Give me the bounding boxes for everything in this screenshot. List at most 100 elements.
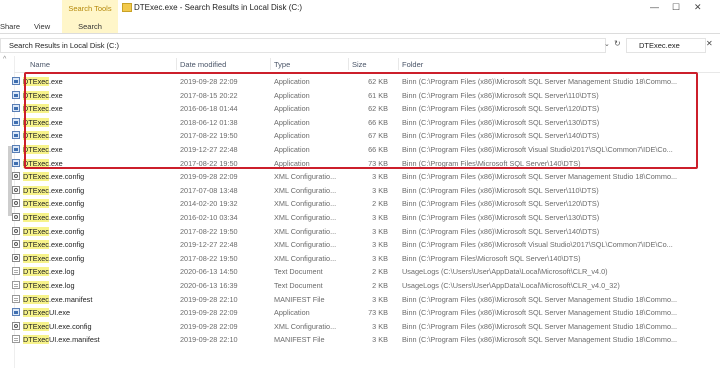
file-row[interactable]: DTExec.exe.config 2016-02-10 03:34 XML Con… xyxy=(12,210,698,224)
file-name-rest: UI.exe.manifest xyxy=(48,335,100,345)
file-type: MANIFEST File xyxy=(274,294,325,304)
file-name[interactable]: DTExecUI.exe.manifest xyxy=(12,335,152,345)
file-row[interactable]: DTExecUI.exe.config 2019-09-28 22:09 XML C… xyxy=(12,319,698,333)
file-size: 2 KB xyxy=(372,267,388,277)
file-row[interactable]: DTExec.exe.log 2020-06-13 14:50 Text Docum… xyxy=(12,264,698,278)
file-name-match: DTExec xyxy=(23,294,49,304)
file-folder: Binn (C:\Program Files (x86)\Microsoft S… xyxy=(402,335,678,345)
column-name[interactable]: Name xyxy=(30,60,50,69)
file-folder: Binn (C:\Program Files (x86)\Microsoft S… xyxy=(402,294,678,304)
file-date: 2016-02-10 03:34 xyxy=(180,213,238,222)
file-name[interactable]: DTExec.exe.log xyxy=(12,267,152,277)
application-icon xyxy=(12,117,20,126)
application-icon xyxy=(12,77,20,85)
title-bar: Search Tools Share View Search DTExec.ex… xyxy=(0,0,720,34)
file-date: 2019-09-28 22:09 xyxy=(180,321,238,331)
column-divider[interactable] xyxy=(176,58,177,70)
file-name-match: DTExec xyxy=(23,226,49,236)
clear-search-icon[interactable]: ✕ xyxy=(706,39,713,48)
document-icon xyxy=(12,281,20,289)
close-button[interactable]: ✕ xyxy=(694,2,702,13)
search-input[interactable]: DTExec.exe xyxy=(626,38,706,53)
application-icon xyxy=(12,104,20,113)
file-size: 3 KB xyxy=(372,294,388,304)
collapse-chevron-icon[interactable]: ^ xyxy=(3,56,6,63)
file-name-match: DTExec xyxy=(23,213,49,222)
column-folder[interactable]: Folder xyxy=(402,60,423,69)
address-bar[interactable]: Search Results in Local Disk (C:) xyxy=(0,38,606,53)
file-type: XML Configuratio... xyxy=(274,185,337,195)
file-folder: Binn (C:\Program Files (x86)\Microsoft S… xyxy=(402,308,678,318)
refresh-icon[interactable]: ↻ xyxy=(614,39,621,48)
column-date-modified[interactable]: Date modified xyxy=(180,60,226,69)
file-row[interactable]: DTExec.exe.manifest 2019-09-28 22:10 MANIF… xyxy=(12,292,698,306)
file-name-match: DTExec xyxy=(23,253,49,263)
column-type[interactable]: Type xyxy=(274,60,290,69)
file-name[interactable]: DTExec.exe.manifest xyxy=(12,294,152,304)
tab-view[interactable]: View xyxy=(34,22,50,31)
file-folder: Binn (C:\Program Files (x86)\Microsoft S… xyxy=(402,226,600,236)
tab-search[interactable]: Search xyxy=(62,22,118,31)
config-file-icon xyxy=(12,226,20,235)
column-divider[interactable] xyxy=(398,58,399,70)
file-name[interactable]: DTExec.exe.config xyxy=(12,213,152,222)
file-row[interactable]: DTExec.exe.config 2017-07-08 13:48 XML Con… xyxy=(12,183,698,197)
minimize-button[interactable]: — xyxy=(650,2,659,12)
file-row[interactable]: DTExec.exe.config 2017-08-22 19:50 XML Con… xyxy=(12,224,698,238)
file-row[interactable]: DTExec.exe.config 2017-08-22 19:50 XML Con… xyxy=(12,251,698,265)
tab-share[interactable]: Share xyxy=(0,22,20,31)
file-name[interactable]: DTExec.exe.config xyxy=(12,172,152,182)
file-date: 2020-06-13 14:50 xyxy=(180,267,238,277)
file-row[interactable]: DTExecUI.exe 2019-09-28 22:09 Application 7… xyxy=(12,305,698,319)
file-name[interactable]: DTExecUI.exe xyxy=(12,308,152,318)
highlight-box xyxy=(24,72,698,169)
file-date: 2014-02-20 19:32 xyxy=(180,199,238,209)
application-icon xyxy=(12,158,20,167)
file-row[interactable]: DTExec.exe.config 2019-09-28 22:09 XML Con… xyxy=(12,169,698,183)
file-type: Application xyxy=(274,308,310,318)
file-name[interactable]: DTExecUI.exe.config xyxy=(12,321,152,331)
file-size: 3 KB xyxy=(372,213,388,222)
file-type: Text Document xyxy=(274,281,323,290)
file-name-rest: .exe.config xyxy=(48,172,85,182)
config-file-icon xyxy=(12,213,20,221)
file-name-rest: .exe.config xyxy=(48,253,85,263)
file-size: 2 KB xyxy=(372,199,388,209)
file-name[interactable]: DTExec.exe.config xyxy=(12,226,152,236)
file-folder: UsageLogs (C:\Users\User\AppData\Local\M… xyxy=(402,267,608,277)
file-row[interactable]: DTExec.exe.config 2014-02-20 19:32 XML Con… xyxy=(12,196,698,210)
file-size: 3 KB xyxy=(372,335,388,345)
file-row[interactable]: DTExec.exe.log 2020-06-13 16:39 Text Docum… xyxy=(12,278,698,292)
config-file-icon xyxy=(12,185,20,194)
file-name[interactable]: DTExec.exe.config xyxy=(12,240,152,250)
maximize-button[interactable]: ☐ xyxy=(672,2,680,13)
file-name-rest: .exe.config xyxy=(48,185,85,195)
file-name-match: DTExec xyxy=(23,172,49,182)
column-size[interactable]: Size xyxy=(352,60,367,69)
file-name[interactable]: DTExec.exe.config xyxy=(12,253,152,263)
file-name[interactable]: DTExec.exe.log xyxy=(12,281,152,290)
file-row[interactable]: DTExecUI.exe.manifest 2019-09-28 22:10 MAN… xyxy=(12,332,698,346)
file-date: 2017-07-08 13:48 xyxy=(180,185,238,195)
file-type: MANIFEST File xyxy=(274,335,325,345)
file-name-match: DTExec xyxy=(23,185,49,195)
file-size: 3 KB xyxy=(372,226,388,236)
file-type: XML Configuratio... xyxy=(274,199,337,209)
file-name[interactable]: DTExec.exe.config xyxy=(12,185,152,195)
file-type: Text Document xyxy=(274,267,323,277)
file-type: XML Configuratio... xyxy=(274,213,337,222)
column-divider[interactable] xyxy=(348,58,349,70)
document-icon xyxy=(12,267,20,276)
file-name-match: DTExec xyxy=(23,199,49,209)
file-folder: Binn (C:\Program Files (x86)\Microsoft S… xyxy=(402,213,600,222)
application-icon xyxy=(12,131,20,140)
file-date: 2019-12-27 22:48 xyxy=(180,240,238,250)
document-icon xyxy=(12,335,20,344)
chevron-down-icon[interactable]: ⌄ xyxy=(604,40,610,48)
column-divider[interactable] xyxy=(270,58,271,70)
file-date: 2017-08-22 19:50 xyxy=(180,226,238,236)
file-name[interactable]: DTExec.exe.config xyxy=(12,199,152,209)
file-date: 2019-09-28 22:09 xyxy=(180,308,238,318)
file-row[interactable]: DTExec.exe.config 2019-12-27 22:48 XML Con… xyxy=(12,237,698,251)
file-name-rest: .exe.config xyxy=(48,199,85,209)
